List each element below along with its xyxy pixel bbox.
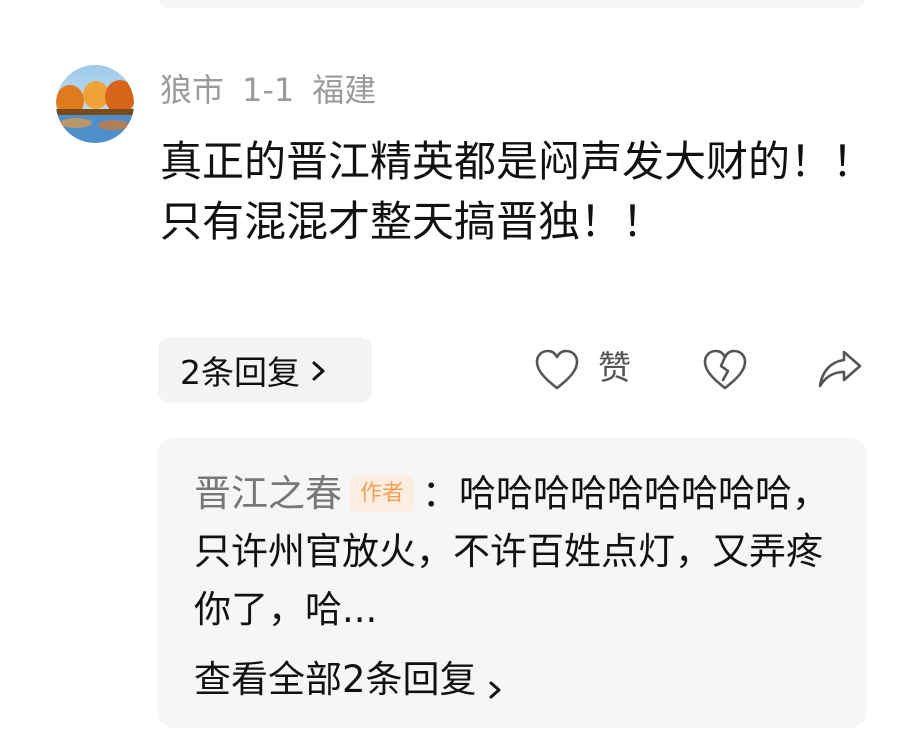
comment-location: 福建 — [312, 71, 377, 109]
author-badge: 作者 — [350, 476, 415, 512]
avatar[interactable] — [56, 65, 134, 143]
share-arrow-icon[interactable] — [816, 346, 864, 392]
previous-card-edge — [158, 0, 866, 8]
view-all-replies-link[interactable]: 查看全部2条回复 — [194, 652, 507, 708]
comment-date: 1-1 — [242, 71, 295, 109]
sub-reply: 晋江之春 作者 ：哈哈哈哈哈哈哈哈哈，只许州官放火，不许百姓点灯，又弄疼你了，哈..… — [194, 465, 844, 639]
replies-label: 2条回复 — [180, 353, 300, 392]
replies-button[interactable]: 2条回复 — [158, 337, 372, 403]
view-all-label: 查看全部2条回复 — [194, 658, 477, 701]
heart-outline-icon[interactable] — [534, 348, 580, 392]
sub-reply-author[interactable]: 晋江之春 — [194, 472, 342, 515]
comment-text: 真正的晋江精英都是闷声发大财的！！只有混混才整天搞晋独！！ — [160, 137, 875, 246]
like-label[interactable]: 赞 — [598, 346, 631, 390]
broken-heart-icon[interactable] — [702, 348, 748, 392]
comment-meta: 狼市 1-1 福建 — [160, 68, 394, 112]
chevron-right-icon — [485, 665, 507, 699]
username[interactable]: 狼市 — [160, 71, 224, 109]
chevron-right-icon — [306, 355, 332, 385]
